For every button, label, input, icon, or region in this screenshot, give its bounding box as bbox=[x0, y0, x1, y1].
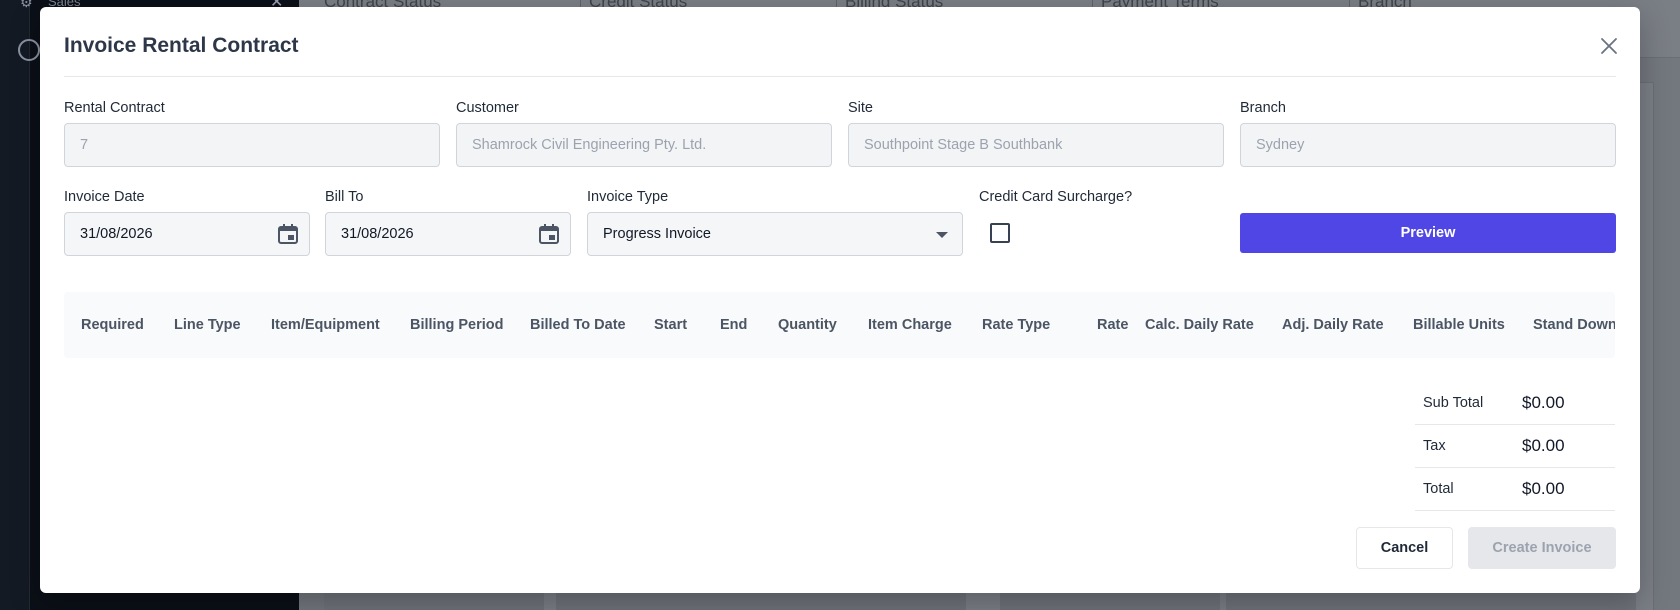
bill-to-input[interactable]: 31/08/2026 bbox=[325, 212, 571, 256]
close-icon bbox=[1601, 38, 1617, 54]
column-header[interactable]: End bbox=[720, 317, 747, 333]
calendar-icon[interactable] bbox=[538, 223, 560, 245]
column-header[interactable]: Rate bbox=[1097, 317, 1128, 333]
site-input[interactable]: Southpoint Stage B Southbank bbox=[848, 123, 1224, 167]
invoice-type-select[interactable]: Progress Invoice bbox=[587, 212, 963, 256]
background-card bbox=[556, 590, 966, 610]
background-card bbox=[1226, 590, 1636, 610]
column-header[interactable]: Calc. Daily Rate bbox=[1145, 317, 1254, 333]
branch-label: Branch bbox=[1240, 100, 1286, 116]
invoice-date-input[interactable]: 31/08/2026 bbox=[64, 212, 310, 256]
invoice-date-value: 31/08/2026 bbox=[80, 226, 153, 242]
bill-to-value: 31/08/2026 bbox=[341, 226, 414, 242]
subtotal-label: Sub Total bbox=[1423, 395, 1484, 411]
credit-card-surcharge-label: Credit Card Surcharge? bbox=[979, 189, 1133, 205]
cancel-button[interactable]: Cancel bbox=[1356, 527, 1453, 569]
branch-input[interactable]: Sydney bbox=[1240, 123, 1616, 167]
invoice-type-label: Invoice Type bbox=[587, 189, 669, 205]
palette-icon bbox=[18, 39, 40, 61]
gear-icon: ⚙ bbox=[20, 0, 33, 10]
invoice-type-value: Progress Invoice bbox=[603, 226, 711, 242]
column-header[interactable]: Item/Equipment bbox=[271, 317, 380, 333]
rental-contract-label: Rental Contract bbox=[64, 100, 165, 116]
total-value: $0.00 bbox=[1522, 479, 1565, 498]
customer-input[interactable]: Shamrock Civil Engineering Pty. Ltd. bbox=[456, 123, 832, 167]
bill-to-label: Bill To bbox=[325, 189, 364, 205]
column-header[interactable]: Adj. Daily Rate bbox=[1282, 317, 1384, 333]
background-sidebar-rail bbox=[0, 0, 30, 610]
modal-title: Invoice Rental Contract bbox=[64, 34, 299, 57]
tax-label: Tax bbox=[1423, 438, 1446, 454]
column-header[interactable]: Billing Period bbox=[410, 317, 503, 333]
column-header[interactable]: Quantity bbox=[778, 317, 837, 333]
preview-button[interactable]: Preview bbox=[1240, 213, 1616, 253]
close-button[interactable] bbox=[1596, 33, 1622, 59]
background-card bbox=[1000, 590, 1220, 610]
line-items-table-header: Required Line Type Item/Equipment Billin… bbox=[64, 292, 1615, 358]
invoice-date-label: Invoice Date bbox=[64, 189, 145, 205]
tax-row: Tax $0.00 bbox=[1415, 425, 1615, 468]
invoice-modal: Invoice Rental Contract Rental Contract … bbox=[40, 7, 1640, 593]
totals-summary: Sub Total $0.00 Tax $0.00 Total $0.00 bbox=[1415, 382, 1615, 511]
column-header[interactable]: Start bbox=[654, 317, 687, 333]
column-header[interactable]: Billable Units bbox=[1413, 317, 1505, 333]
column-header[interactable]: Item Charge bbox=[868, 317, 952, 333]
total-label: Total bbox=[1423, 481, 1454, 497]
column-header[interactable]: Required bbox=[81, 317, 144, 333]
site-label: Site bbox=[848, 100, 873, 116]
total-row: Total $0.00 bbox=[1415, 468, 1615, 511]
rental-contract-input[interactable]: 7 bbox=[64, 123, 440, 167]
subtotal-row: Sub Total $0.00 bbox=[1415, 382, 1615, 425]
calendar-icon[interactable] bbox=[277, 223, 299, 245]
column-header[interactable]: Billed To Date bbox=[530, 317, 626, 333]
header-divider bbox=[64, 76, 1616, 77]
column-header[interactable]: Rate Type bbox=[982, 317, 1050, 333]
chevron-down-icon bbox=[936, 232, 948, 238]
column-header[interactable]: Stand Down bbox=[1533, 317, 1615, 333]
column-header[interactable]: Line Type bbox=[174, 317, 241, 333]
tax-value: $0.00 bbox=[1522, 436, 1565, 455]
subtotal-value: $0.00 bbox=[1522, 393, 1565, 412]
customer-label: Customer bbox=[456, 100, 519, 116]
credit-card-surcharge-checkbox[interactable] bbox=[990, 223, 1010, 243]
create-invoice-button[interactable]: Create Invoice bbox=[1468, 527, 1616, 569]
background-card bbox=[324, 590, 544, 610]
